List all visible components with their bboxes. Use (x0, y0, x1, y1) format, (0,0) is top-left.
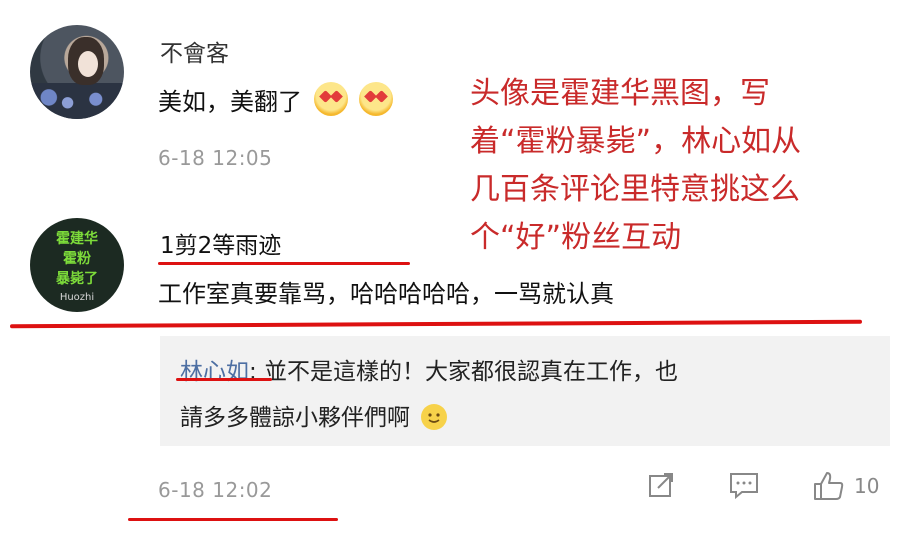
avatar[interactable]: 霍建华 霍粉 暴毙了 Huozhi (30, 218, 124, 312)
comment-text: 工作室真要靠骂，哈哈哈哈哈，一骂就认真 (158, 280, 614, 308)
avatar-text-line: 暴毙了 (56, 271, 98, 287)
reply-box[interactable]: 林心如: 並不是這樣的！大家都很認真在工作，也 請多多體諒小夥伴們啊 (160, 336, 890, 446)
comment-text-content: 美如，美翻了 (158, 88, 302, 116)
share-button[interactable] (646, 470, 676, 500)
reply-author[interactable]: 林心如 (180, 359, 249, 385)
underline-marker (158, 262, 410, 265)
underline-marker (176, 378, 272, 381)
comment-username[interactable]: 不會客 (160, 34, 229, 68)
annotation-text: 头像是霍建华黑图，写 着“霍粉暴毙”，林心如从 几百条评论里特意挑这么 个“好”… (470, 70, 910, 262)
share-icon (649, 473, 673, 497)
reply-timestamp: 6-18 12:02 (158, 478, 273, 502)
reply-text: : 並不是這樣的！大家都很認真在工作，也 (249, 359, 679, 385)
heart-eyes-emoji-icon (359, 82, 394, 116)
annotation-line: 着“霍粉暴毙”，林心如从 (470, 124, 802, 159)
avatar-face (78, 51, 98, 77)
annotation-line: 个“好”粉丝互动 (470, 220, 682, 255)
comment-text: 美如，美翻了 (158, 82, 394, 117)
comment-icon (730, 473, 758, 500)
underline-marker (9, 319, 863, 329)
avatar-flowers (30, 83, 124, 119)
annotation-line: 几百条评论里特意挑这么 (470, 172, 800, 207)
underline-marker (128, 518, 338, 521)
avatar-subtext: Huozhi (59, 292, 95, 303)
avatar-text-line: 霍粉 (63, 251, 91, 267)
avatar[interactable] (30, 25, 124, 119)
smile-emoji-icon (421, 404, 448, 430)
comment-timestamp: 6-18 12:05 (158, 146, 273, 170)
comment-button[interactable] (728, 470, 760, 500)
reply-line: 請多多體諒小夥伴們啊 (180, 398, 448, 432)
comment-username[interactable]: 1剪2等雨迹 (160, 226, 281, 260)
thumbs-up-icon (814, 472, 844, 500)
annotation-line: 头像是霍建华黑图，写 (470, 76, 770, 111)
heart-eyes-emoji-icon (313, 82, 348, 116)
like-button[interactable]: 10 (812, 470, 879, 502)
avatar-text-line: 霍建华 (56, 231, 98, 247)
like-count: 10 (854, 474, 880, 498)
reply-text: 請多多體諒小夥伴們啊 (180, 405, 410, 431)
